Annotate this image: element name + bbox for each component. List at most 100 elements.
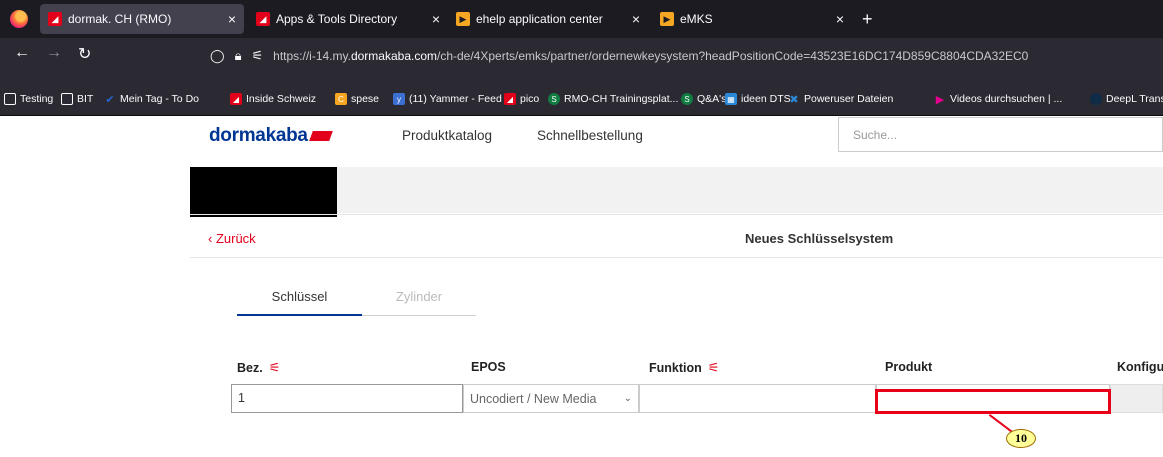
bookmark-yammer[interactable]: y (11) Yammer - Feed (393, 93, 502, 105)
lock-icon: 🔒︎ (234, 48, 242, 63)
stream-icon: ▶ (935, 93, 945, 106)
browser-tab-apps[interactable]: ◢ Apps & Tools Directory × (248, 4, 448, 34)
nav-schnellbestellung[interactable]: Schnellbestellung (537, 128, 643, 143)
bez-input[interactable]: 1 (231, 384, 463, 413)
firefox-icon[interactable] (10, 10, 28, 28)
column-header-bez: Bez. ⚟ (237, 360, 280, 376)
ehelp-favicon-icon: ▶ (660, 12, 674, 26)
spese-icon: C (335, 93, 347, 105)
bookmark-label: Q&A's (697, 93, 727, 105)
column-label: EPOS (471, 360, 506, 374)
checkmark-icon: ✔ (105, 93, 115, 106)
web-page: dormakaba Produktkatalog Schnellbestellu… (0, 117, 1163, 457)
url-prefix: https://i-14.my. (273, 49, 351, 63)
search-input[interactable]: Suche... (838, 117, 1163, 152)
permissions-icon: ⚟ (251, 48, 264, 63)
bookmark-label: Testing (20, 93, 54, 105)
bookmark-label: RMO-CH Trainingsplat... (564, 93, 679, 105)
bookmark-bit[interactable]: BIT (61, 93, 93, 105)
back-link[interactable]: ‹ Zurück (208, 231, 256, 246)
ehelp-favicon-icon: ▶ (456, 12, 470, 26)
column-header-konfiguration: Konfigu (1117, 360, 1163, 374)
column-label: Bez. (237, 361, 263, 375)
logo-text: dormakaba (209, 125, 308, 146)
tab-title: ehelp application center (476, 12, 603, 26)
bookmark-pico[interactable]: ◢ pico (504, 93, 539, 105)
url-bar[interactable]: ◯ 🔒︎ ⚟ https://i-14.my. dormakaba.com/ch-… (210, 46, 1163, 66)
column-header-epos: EPOS (471, 360, 506, 374)
bookmark-label: DeepL Transl (1106, 93, 1163, 105)
page-title: Neues Schlüsselsystem (745, 231, 894, 246)
back-arrow-icon[interactable]: ← (14, 44, 30, 62)
redacted-block (190, 167, 337, 217)
tab-title: dormak. CH (RMO) (68, 12, 172, 26)
browser-tab-emks[interactable]: ▶ eMKS × (652, 4, 852, 34)
sharepoint-icon: S (681, 93, 693, 105)
bookmark-label: Videos durchsuchen | ... (950, 93, 1063, 105)
browser-tab-ehelp[interactable]: ▶ ehelp application center × (448, 4, 648, 34)
bookmark-label: BIT (77, 93, 94, 105)
bookmark-qa[interactable]: S Q&A's (681, 93, 726, 105)
subheader-bar (190, 214, 1163, 258)
bookmark-ideen-dts[interactable]: ▦ ideen DTS (725, 93, 791, 105)
column-label: Produkt (885, 360, 933, 374)
bookmark-testing[interactable]: Testing (4, 93, 53, 105)
tab-zylinder[interactable]: Zylinder (362, 289, 476, 304)
bookmark-mein-tag[interactable]: ✔ Mein Tag - To Do (104, 93, 199, 106)
tab-schluessel[interactable]: Schlüssel (237, 289, 362, 316)
sharepoint-icon: S (548, 93, 560, 105)
bookmark-deepl[interactable]: DeepL Transl (1090, 93, 1163, 105)
epos-select[interactable]: Uncodiert / New Media ⌄ (463, 384, 639, 413)
folder-icon (4, 93, 16, 105)
content-tabs: Schlüssel Zylinder (237, 289, 476, 316)
folder-icon (61, 93, 73, 105)
close-icon[interactable]: × (228, 11, 236, 27)
bookmark-rmo-training[interactable]: S RMO-CH Trainingsplat... (548, 93, 678, 105)
bookmark-label: (11) Yammer - Feed (409, 93, 502, 105)
bookmark-label: pico (520, 93, 540, 105)
dormakaba-favicon-icon: ◢ (230, 93, 242, 105)
forward-arrow-icon[interactable]: → (46, 44, 62, 62)
bookmark-label: ideen DTS (741, 93, 791, 105)
logo-mark-icon (308, 130, 333, 141)
dormakaba-favicon-icon: ◢ (504, 93, 516, 105)
close-icon[interactable]: × (836, 11, 844, 27)
bookmark-inside-schweiz[interactable]: ◢ Inside Schweiz (230, 93, 316, 105)
close-icon[interactable]: × (632, 11, 640, 27)
chevron-down-icon: ⌄ (623, 393, 632, 404)
funktion-input[interactable] (639, 384, 876, 413)
column-header-funktion: Funktion ⚟ (649, 360, 719, 376)
tab-title: eMKS (680, 12, 713, 26)
new-tab-button[interactable]: + (862, 9, 873, 30)
bookmark-videos[interactable]: ▶ Videos durchsuchen | ... (934, 93, 1063, 106)
bookmark-label: Poweruser Dateien (804, 93, 894, 105)
annotation-highlight-box (875, 389, 1111, 414)
browser-tab-strip: ◢ dormak. CH (RMO) × ◢ Apps & Tools Dire… (0, 0, 1163, 38)
planner-icon: ▦ (725, 93, 737, 105)
bookmark-label: Inside Schweiz (246, 93, 317, 105)
yammer-icon: y (393, 93, 405, 105)
epos-value: Uncodiert / New Media (470, 391, 597, 406)
filter-icon[interactable]: ⚟ (269, 360, 281, 376)
browser-tab-dormak[interactable]: ◢ dormak. CH (RMO) × (40, 4, 244, 34)
konfiguration-cell[interactable] (1110, 384, 1163, 413)
bookmark-label: spese (351, 93, 380, 105)
column-header-produkt: Produkt (885, 360, 932, 374)
dormakaba-logo[interactable]: dormakaba (209, 125, 333, 147)
nav-produktkatalog[interactable]: Produktkatalog (402, 128, 492, 143)
deepl-icon (1090, 93, 1102, 105)
filter-icon[interactable]: ⚟ (708, 360, 720, 376)
dormakaba-favicon-icon: ◢ (256, 12, 270, 26)
column-label: Funktion (649, 361, 702, 375)
bookmark-poweruser[interactable]: ✖ Poweruser Dateien (788, 93, 894, 106)
poweruser-icon: ✖ (789, 93, 799, 106)
close-icon[interactable]: × (432, 11, 440, 27)
url-path: /ch-de/4Xperts/emks/partner/ordernewkeys… (437, 49, 1029, 63)
dormakaba-favicon-icon: ◢ (48, 12, 62, 26)
reload-icon[interactable]: ↻ (78, 44, 91, 64)
column-label: Konfigu (1117, 360, 1163, 374)
bookmark-label: Mein Tag - To Do (120, 93, 199, 105)
tab-title: Apps & Tools Directory (276, 12, 398, 26)
shield-icon: ◯ (210, 48, 225, 63)
bookmark-spese[interactable]: Cspese (335, 93, 379, 105)
